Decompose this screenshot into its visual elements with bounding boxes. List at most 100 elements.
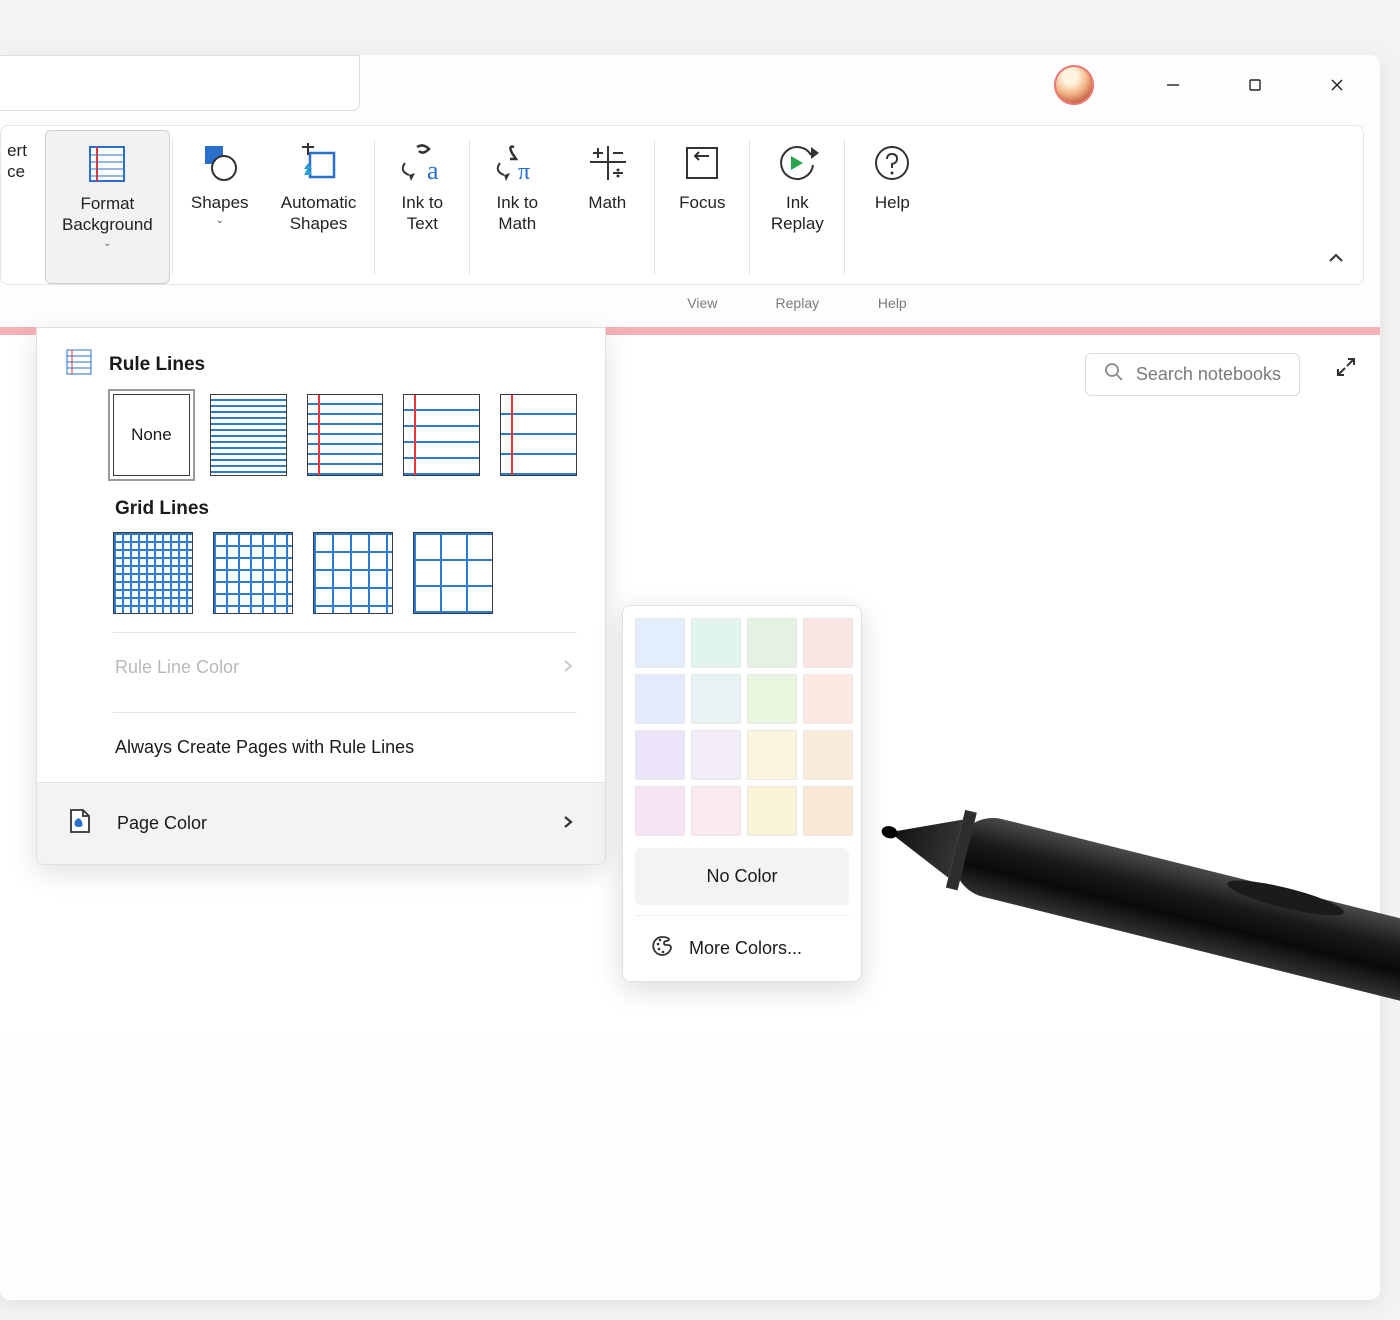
grid-xlarge-swatch[interactable] (413, 532, 493, 614)
search-notebooks-input[interactable]: Search notebooks (1085, 353, 1300, 396)
color-swatch[interactable] (747, 786, 797, 836)
rule-line-color-row: Rule Line Color (37, 633, 605, 702)
ink-replay-button[interactable]: Ink Replay Replay (752, 130, 842, 284)
ribbon-label: Math (588, 192, 626, 213)
ribbon-group-label: Help (847, 295, 937, 313)
svg-text:a: a (427, 156, 439, 185)
collapse-ribbon-button[interactable] (1327, 249, 1345, 272)
color-swatch[interactable] (635, 674, 685, 724)
automatic-shapes-button[interactable]: Automatic Shapes (265, 130, 373, 284)
ink-to-math-icon: π (494, 140, 540, 186)
chevron-right-icon (561, 657, 575, 678)
color-swatch[interactable] (747, 618, 797, 668)
ribbon: ert ce Format Background ⌄ Shapes ⌄ (0, 125, 1364, 285)
no-color-row[interactable]: No Color (635, 848, 849, 905)
color-swatch[interactable] (691, 674, 741, 724)
color-swatch[interactable] (691, 618, 741, 668)
chevron-down-icon: ⌄ (216, 215, 224, 228)
ribbon-separator (469, 140, 470, 274)
maximize-button[interactable] (1232, 65, 1278, 105)
title-bar (0, 55, 1380, 115)
ribbon-separator (844, 140, 845, 274)
color-swatch[interactable] (635, 786, 685, 836)
ribbon-separator (654, 140, 655, 274)
expand-page-button[interactable] (1334, 355, 1358, 384)
ribbon-item-partial[interactable]: ert ce (5, 130, 45, 284)
color-swatch[interactable] (691, 730, 741, 780)
avatar[interactable] (1054, 65, 1094, 105)
chevron-down-icon: ⌄ (103, 238, 111, 251)
rule-lines-row: None (37, 394, 605, 484)
grid-large-swatch[interactable] (313, 532, 393, 614)
close-button[interactable] (1314, 65, 1360, 105)
title-search-box[interactable] (0, 55, 360, 111)
ribbon-separator (172, 140, 173, 274)
rule-lines-header: Rule Lines (37, 328, 605, 394)
ribbon-label: Ink Replay (771, 192, 824, 235)
ribbon-label: Automatic Shapes (281, 192, 357, 235)
always-rule-lines-row[interactable]: Always Create Pages with Rule Lines (37, 713, 605, 782)
rule-line-color-label: Rule Line Color (115, 657, 239, 678)
rule-standard-swatch[interactable] (500, 394, 577, 476)
color-swatch[interactable] (803, 674, 853, 724)
grid-lines-title: Grid Lines (37, 484, 605, 532)
ribbon-label: Shapes (191, 192, 249, 213)
rule-wide-swatch[interactable] (403, 394, 480, 476)
chevron-right-icon (561, 813, 575, 834)
minimize-button[interactable] (1150, 65, 1196, 105)
color-swatch[interactable] (635, 618, 685, 668)
ribbon-label: Ink to Text (402, 192, 444, 235)
rule-college-swatch[interactable] (307, 394, 384, 476)
ribbon-label: Ink to Math (497, 192, 539, 235)
format-background-dropdown: Rule Lines None Grid Lines Rule Line Col… (36, 327, 606, 865)
rule-narrow-swatch[interactable] (210, 394, 287, 476)
automatic-shapes-icon (296, 140, 342, 186)
ribbon-label: Focus (679, 192, 725, 213)
ribbon-label: Help (875, 192, 910, 213)
grid-medium-swatch[interactable] (213, 532, 293, 614)
color-swatch[interactable] (635, 730, 685, 780)
rule-lines-icon (65, 348, 93, 382)
ink-to-text-icon: a (399, 140, 445, 186)
rule-none-swatch[interactable]: None (113, 394, 190, 476)
always-rule-label: Always Create Pages with Rule Lines (115, 737, 414, 758)
color-swatch[interactable] (747, 730, 797, 780)
ribbon-separator (749, 140, 750, 274)
color-swatch[interactable] (691, 786, 741, 836)
palette-icon (651, 934, 675, 963)
color-swatch[interactable] (803, 786, 853, 836)
ribbon-area: ert ce Format Background ⌄ Shapes ⌄ (0, 115, 1380, 285)
page-color-popout: No Color More Colors... (622, 605, 862, 982)
more-colors-label: More Colors... (689, 938, 802, 959)
math-button[interactable]: Math (562, 130, 652, 284)
svg-text:π: π (518, 159, 530, 185)
rule-lines-title: Rule Lines (109, 354, 205, 376)
ribbon-group-label: Replay (752, 295, 842, 313)
page-color-icon (67, 807, 93, 840)
color-swatch[interactable] (803, 730, 853, 780)
more-colors-row[interactable]: More Colors... (635, 915, 849, 981)
ribbon-label: Format Background (62, 193, 153, 236)
page-color-label: Page Color (117, 813, 207, 834)
color-swatch[interactable] (747, 674, 797, 724)
color-swatch[interactable] (803, 618, 853, 668)
page-color-row[interactable]: Page Color (37, 782, 605, 864)
ribbon-group-label: View (657, 295, 747, 313)
focus-button[interactable]: Focus View (657, 130, 747, 284)
no-color-label: No Color (706, 866, 777, 887)
ribbon-separator (374, 140, 375, 274)
color-grid (635, 618, 849, 836)
format-background-icon (84, 141, 130, 187)
ribbon-label: ert ce (7, 140, 27, 183)
ink-to-text-button[interactable]: a Ink to Text (377, 130, 467, 284)
shapes-button[interactable]: Shapes ⌄ (175, 130, 265, 284)
help-button[interactable]: Help Help (847, 130, 937, 284)
help-icon (869, 140, 915, 186)
grid-small-swatch[interactable] (113, 532, 193, 614)
math-icon (584, 140, 630, 186)
ink-to-math-button[interactable]: π Ink to Math (472, 130, 562, 284)
shapes-icon (197, 140, 243, 186)
search-icon (1104, 362, 1124, 387)
focus-icon (679, 140, 725, 186)
format-background-button[interactable]: Format Background ⌄ (45, 130, 170, 284)
